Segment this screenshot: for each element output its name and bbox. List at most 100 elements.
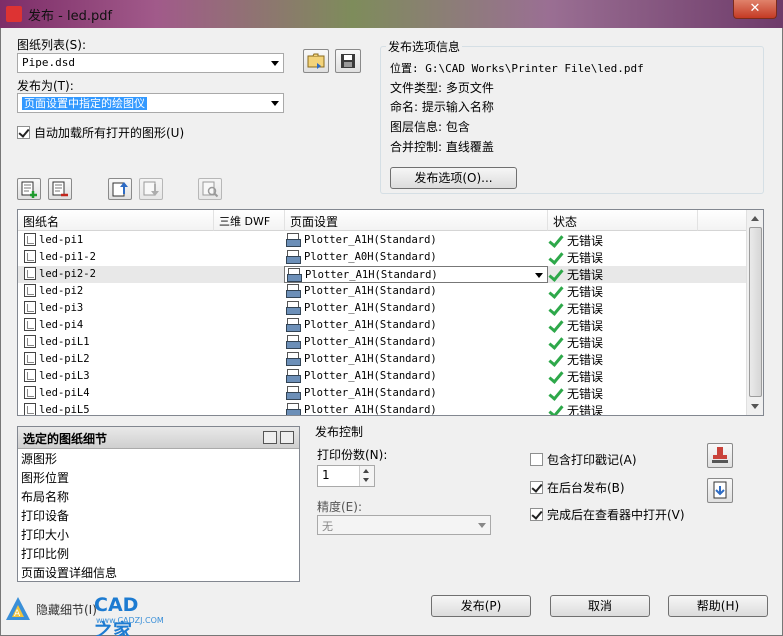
chevron-down-icon	[271, 61, 279, 66]
move-down-button[interactable]	[139, 178, 163, 200]
help-button[interactable]: 帮助(H)	[668, 595, 768, 617]
sheet-name-cell: led-pi3	[24, 301, 83, 314]
scrollbar-thumb[interactable]	[749, 227, 762, 397]
page-setup-cell[interactable]: Plotter_A1H(Standard)	[284, 266, 548, 283]
precision-combo[interactable]: 无	[317, 515, 491, 535]
stamp-settings-button[interactable]	[707, 443, 733, 468]
sheet-name: led-piL4	[39, 386, 90, 399]
open-viewer-checkbox[interactable]	[530, 508, 543, 521]
sheet-icon	[24, 301, 36, 314]
auto-load-option[interactable]: 自动加载所有打开的图形(U)	[17, 124, 184, 141]
export-button[interactable]	[707, 478, 733, 503]
sheet-name: led-piL3	[39, 369, 90, 382]
sheet-name-cell: led-pi1-2	[24, 250, 96, 263]
add-sheets-button[interactable]	[17, 178, 41, 200]
publish-options-button[interactable]: 发布选项(O)...	[390, 167, 517, 189]
status-text: 无错误	[567, 353, 604, 367]
vertical-scrollbar[interactable]	[746, 210, 763, 415]
publish-to-combo[interactable]: 页面设置中指定的绘图仪	[17, 93, 284, 113]
check-icon	[548, 286, 562, 298]
window-title: 发布 - led.pdf	[28, 9, 113, 24]
page-setup-cell[interactable]: Plotter_A1H(Standard)	[286, 386, 437, 400]
preview-button[interactable]	[198, 178, 222, 200]
sheet-list-combo[interactable]: Pipe.dsd	[17, 53, 284, 73]
page-setup-cell[interactable]: Plotter_A1H(Standard)	[286, 318, 437, 332]
plotter-icon	[286, 386, 301, 400]
scroll-up-icon[interactable]	[751, 216, 759, 221]
detail-plot-size: 打印大小	[21, 528, 70, 542]
table-row[interactable]: led-pi2-2 Plotter_A1H(Standard) 无错误	[18, 266, 748, 283]
page-setup-cell[interactable]: Plotter_A0H(Standard)	[286, 250, 437, 264]
status-text: 无错误	[567, 234, 604, 248]
page-setup-cell[interactable]: Plotter_A1H(Standard)	[286, 403, 437, 416]
chevron-down-icon[interactable]	[535, 273, 543, 278]
page-setup-cell[interactable]: Plotter_A1H(Standard)	[286, 352, 437, 366]
save-icon	[341, 54, 355, 68]
background-publish-label: 在后台发布(B)	[547, 481, 625, 495]
cancel-button[interactable]: 取消	[550, 595, 650, 617]
status-text: 无错误	[567, 319, 604, 333]
table-row[interactable]: led-pi1 Plotter_A1H(Standard) 无错误	[18, 232, 748, 249]
app-icon	[6, 6, 22, 22]
table-row[interactable]: led-pi4 Plotter_A1H(Standard) 无错误	[18, 317, 748, 334]
save-sheet-list-button[interactable]	[335, 49, 361, 73]
page-setup-cell[interactable]: Plotter_A1H(Standard)	[286, 301, 437, 315]
details-refresh-icon[interactable]	[280, 431, 294, 444]
publish-button[interactable]: 发布(P)	[431, 595, 531, 617]
precision-value: 无	[322, 520, 333, 533]
page-setup-cell[interactable]: Plotter_A1H(Standard)	[286, 369, 437, 383]
page-setup-cell[interactable]: Plotter_A1H(Standard)	[286, 284, 437, 298]
plotter-icon	[286, 403, 301, 415]
spinner-arrows[interactable]	[359, 466, 374, 486]
background-publish-checkbox[interactable]	[530, 481, 543, 494]
sheet-name: led-pi4	[39, 318, 84, 331]
sheet-name: led-pi3	[39, 301, 84, 314]
svg-text:A: A	[14, 609, 21, 619]
move-up-button[interactable]	[108, 178, 132, 200]
check-icon	[548, 252, 562, 264]
sheet-icon	[24, 403, 36, 415]
sheet-table[interactable]: 图纸名 三维 DWF 页面设置 状态 led-pi1 Plotter_A1H(St…	[17, 209, 764, 416]
table-row[interactable]: led-pi1-2 Plotter_A0H(Standard) 无错误	[18, 249, 748, 266]
load-sheet-list-button[interactable]	[303, 49, 329, 73]
page-setup-cell[interactable]: Plotter_A1H(Standard)	[286, 233, 437, 247]
column-header-status[interactable]: 状态	[548, 210, 698, 231]
close-button[interactable]: ✕	[733, 0, 777, 19]
spin-up-icon[interactable]	[363, 469, 369, 473]
open-viewer-option[interactable]: 完成后在查看器中打开(V)	[530, 506, 685, 523]
remove-sheets-button[interactable]	[48, 178, 72, 200]
auto-load-checkbox[interactable]	[17, 126, 30, 139]
include-stamp-checkbox[interactable]	[530, 453, 543, 466]
publish-to-value: 页面设置中指定的绘图仪	[22, 97, 147, 110]
publish-options-info-title: 发布选项信息	[386, 38, 463, 55]
table-row[interactable]: led-piL2 Plotter_A1H(Standard) 无错误	[18, 351, 748, 368]
table-row[interactable]: led-piL5 Plotter_A1H(Standard) 无错误	[18, 402, 748, 416]
spin-down-icon[interactable]	[363, 478, 369, 482]
page-setup-cell[interactable]: Plotter_A1H(Standard)	[286, 335, 437, 349]
table-row[interactable]: led-piL3 Plotter_A1H(Standard) 无错误	[18, 368, 748, 385]
status-cell: 无错误	[548, 368, 603, 385]
background-publish-option[interactable]: 在后台发布(B)	[530, 479, 625, 496]
sheet-name: led-piL5	[39, 403, 90, 416]
page-setup-value: Plotter_A1H(Standard)	[304, 284, 437, 297]
table-row[interactable]: led-pi3 Plotter_A1H(Standard) 无错误	[18, 300, 748, 317]
scroll-down-icon[interactable]	[751, 404, 759, 409]
publish-control-group: 发布控制 打印份数(N): 1 精度(E): 无 包含打印戳记(A) 在后台发布…	[308, 425, 764, 582]
details-copy-icon[interactable]	[263, 431, 277, 444]
info-layer: 图层信息: 包含	[390, 120, 470, 135]
include-stamp-option[interactable]: 包含打印戳记(A)	[530, 451, 637, 468]
table-row[interactable]: led-piL4 Plotter_A1H(Standard) 无错误	[18, 385, 748, 402]
hide-details-button[interactable]: 隐藏细节(I)	[36, 601, 97, 618]
column-header-page-setup[interactable]: 页面设置	[285, 210, 548, 231]
copies-label: 打印份数(N):	[317, 448, 388, 462]
column-header-sheet-name[interactable]: 图纸名	[18, 210, 214, 231]
open-viewer-label: 完成后在查看器中打开(V)	[547, 508, 685, 522]
page-setup-value: Plotter_A1H(Standard)	[304, 403, 437, 416]
stamp-icon	[712, 447, 728, 463]
table-row[interactable]: led-piL1 Plotter_A1H(Standard) 无错误	[18, 334, 748, 351]
table-row[interactable]: led-pi2 Plotter_A1H(Standard) 无错误	[18, 283, 748, 300]
column-header-3d-dwf[interactable]: 三维 DWF	[214, 210, 285, 231]
plotter-icon	[287, 268, 302, 282]
copies-spinner[interactable]: 1	[317, 465, 375, 487]
page-setup-value: Plotter_A1H(Standard)	[304, 233, 437, 246]
